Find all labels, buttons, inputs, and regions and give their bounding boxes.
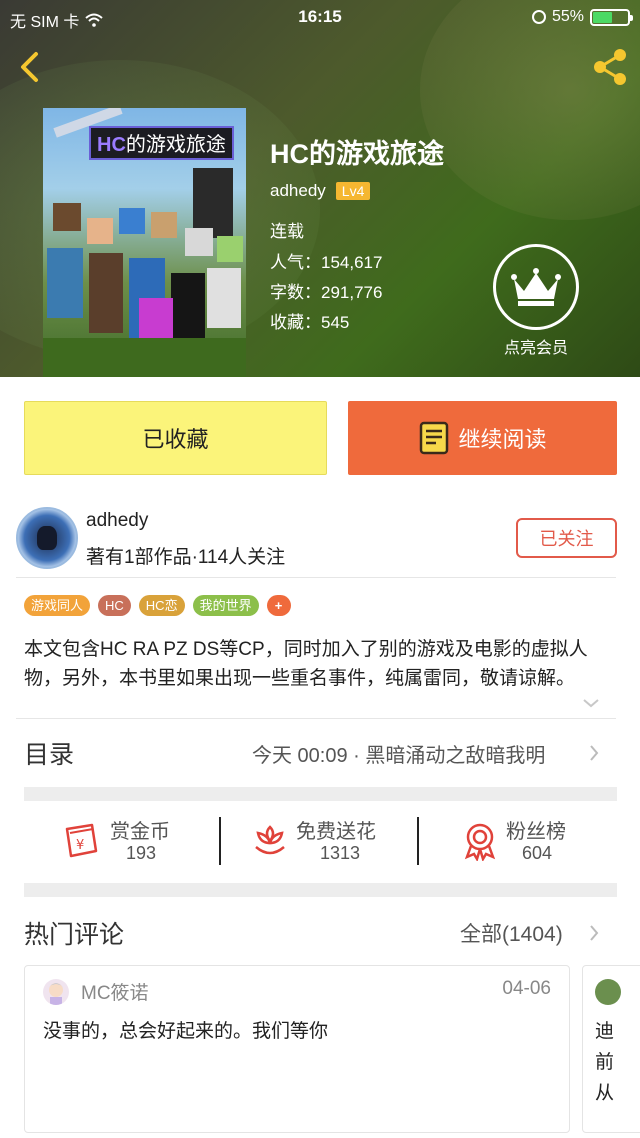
stat-separator — [219, 817, 221, 865]
toc-latest-chapter[interactable]: 今天 00:09 · 黑暗涌动之敌暗我明 — [252, 739, 582, 768]
stat-reward-coins[interactable]: ¥ 赏金币 193 — [62, 815, 202, 869]
divider — [16, 718, 616, 719]
battery-fill — [593, 11, 612, 23]
author-avatar[interactable] — [16, 507, 78, 569]
stat-fan-ranking[interactable]: 粉丝榜 604 — [460, 815, 600, 869]
avatar-figure — [37, 526, 57, 550]
cover-figure — [89, 253, 123, 333]
stat-value: 1313 — [320, 843, 361, 863]
stat-label: 免费送花 — [296, 821, 376, 843]
red-envelope-icon: ¥ — [65, 823, 98, 858]
chevron-left-icon — [21, 52, 38, 82]
battery-percent: 55% — [551, 8, 584, 25]
follow-button[interactable]: 已关注 — [516, 518, 617, 558]
cover-figure — [185, 228, 213, 256]
all-comments-link[interactable]: 全部(1404) — [460, 918, 563, 948]
cover-figure — [53, 203, 81, 231]
book-author-line: adhedy Lv4 — [270, 181, 371, 201]
crown-badge — [493, 244, 579, 330]
battery-icon — [590, 8, 633, 26]
svg-text:¥: ¥ — [76, 838, 84, 853]
back-button[interactable] — [14, 50, 48, 84]
stat-value: 604 — [522, 843, 553, 863]
cover-figure — [119, 208, 145, 234]
cover-ground — [43, 338, 246, 377]
chevron-down-icon[interactable] — [582, 697, 600, 709]
cover-figure — [217, 236, 243, 262]
book-header: 无 SIM 卡 16:15 55% HC的游戏旅途 HC的游戏旅途 adhedy… — [0, 0, 640, 377]
cover-figure — [47, 248, 83, 318]
tag-chip[interactable]: HC — [98, 595, 131, 616]
favorited-button[interactable]: 已收藏 — [24, 401, 327, 475]
book-synopsis[interactable]: 本文包含HC RA PZ DS等CP，同时加入了别的游戏及电影的虚拟人物，另外，… — [24, 635, 616, 693]
author-stats: 著有1部作品·114人关注 — [86, 547, 286, 568]
vip-button[interactable]: 点亮会员 — [489, 244, 583, 357]
comment-date: 04-06 — [502, 978, 551, 999]
stat-value: 193 — [126, 843, 157, 863]
book-word-count: 字数：291,776 — [270, 283, 383, 302]
cover-title-hc: HC — [97, 134, 126, 156]
share-button[interactable] — [590, 48, 630, 86]
chevron-right-icon[interactable] — [588, 744, 600, 762]
comment-card[interactable]: 迪前从 — [582, 965, 640, 1133]
flower-icon — [255, 825, 285, 855]
book-icon — [420, 421, 449, 455]
stat-label: 粉丝榜 — [506, 821, 566, 843]
alarm-icon — [531, 10, 546, 24]
hot-comments-label: 热门评论 — [24, 921, 125, 949]
tag-list: 游戏同人 HC HC恋 我的世界 + — [24, 595, 291, 616]
battery-tip — [630, 14, 633, 21]
tag-chip[interactable]: 我的世界 — [192, 595, 259, 616]
stat-label: 赏金币 — [110, 821, 170, 843]
book-cover[interactable]: HC的游戏旅途 — [43, 108, 246, 377]
level-badge: Lv4 — [335, 182, 371, 200]
cover-title: HC的游戏旅途 — [89, 126, 234, 160]
crown-icon — [511, 268, 561, 306]
avatar-illustration — [48, 983, 64, 1005]
book-popularity: 人气：154,617 — [270, 253, 383, 272]
cover-title-rest: 的游戏旅途 — [125, 134, 226, 156]
cover-figure — [139, 298, 173, 343]
vip-label: 点亮会员 — [503, 340, 568, 357]
book-favorites: 收藏：545 — [270, 313, 350, 332]
status-right: 55% — [531, 8, 633, 26]
toc-label[interactable]: 目录 — [24, 735, 74, 771]
book-detail-panel: 已收藏 继续阅读 adhedy 著有1部作品·114人关注 已关注 游戏同人 HC… — [0, 377, 640, 1138]
comment-card[interactable]: MC筱诺 04-06 没事的，总会好起来的。我们等你 — [24, 965, 570, 1133]
commenter-name[interactable]: MC筱诺 — [81, 978, 149, 1005]
tag-chip[interactable]: HC恋 — [138, 595, 185, 616]
cover-figure — [151, 212, 177, 238]
share-icon — [594, 49, 626, 85]
cover-figure — [207, 268, 241, 328]
add-tag-button[interactable]: + — [266, 595, 291, 616]
author-name[interactable]: adhedy — [86, 510, 148, 532]
section-spacer — [24, 883, 617, 897]
status-bar: 无 SIM 卡 16:15 55% — [0, 0, 640, 36]
commenter-avatar[interactable] — [595, 979, 621, 1005]
divider — [16, 577, 616, 578]
chevron-right-icon[interactable] — [588, 924, 600, 942]
book-status: 连载 — [270, 222, 304, 241]
section-spacer — [24, 787, 617, 801]
book-author[interactable]: adhedy — [270, 181, 326, 201]
comment-text: 没事的，总会好起来的。我们等你 — [43, 1021, 329, 1042]
continue-reading-button[interactable]: 继续阅读 — [348, 401, 617, 475]
cover-figure — [171, 273, 205, 343]
medal-icon — [464, 823, 496, 861]
stat-free-flowers[interactable]: 免费送花 1313 — [250, 815, 410, 869]
continue-reading-label: 继续阅读 — [458, 427, 547, 452]
comment-text: 迪前从 — [595, 1021, 615, 1104]
book-title: HC的游戏旅途 — [270, 139, 444, 169]
tag-chip[interactable]: 游戏同人 — [24, 595, 91, 616]
stat-separator — [417, 817, 419, 865]
commenter-avatar[interactable] — [43, 979, 69, 1005]
cover-figure — [87, 218, 113, 244]
